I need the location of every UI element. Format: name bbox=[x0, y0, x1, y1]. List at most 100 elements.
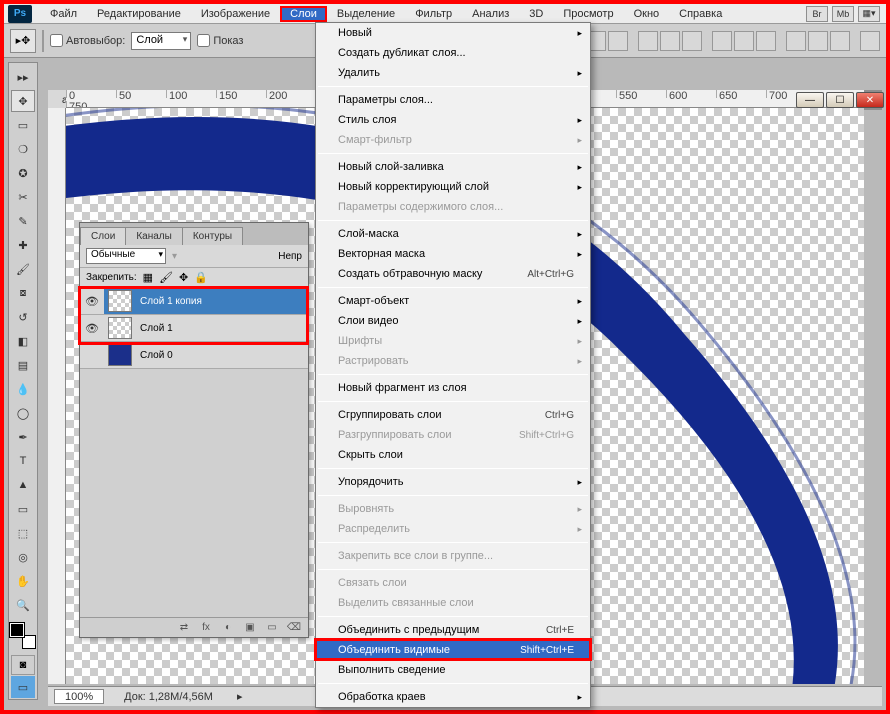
eyedropper-tool[interactable]: ✎ bbox=[11, 210, 35, 232]
layer-row[interactable]: 👁 Слой 1 копия bbox=[80, 288, 308, 315]
path-select-tool[interactable]: ▲ bbox=[11, 474, 35, 496]
minimize-button[interactable]: — bbox=[796, 92, 824, 108]
menu-item[interactable]: Векторная маска▸ bbox=[316, 244, 590, 264]
menu-изображение[interactable]: Изображение bbox=[191, 6, 280, 22]
dodge-tool[interactable]: ◯ bbox=[11, 402, 35, 424]
layer-name[interactable]: Слой 0 bbox=[136, 350, 173, 361]
panel-footer-icon[interactable]: fx bbox=[198, 621, 214, 635]
menu-справка[interactable]: Справка bbox=[669, 6, 732, 22]
menu-item[interactable]: Создать дубликат слоя... bbox=[316, 43, 590, 63]
lock-position-icon[interactable]: ✥ bbox=[179, 271, 188, 284]
menu-анализ[interactable]: Анализ bbox=[462, 6, 519, 22]
eraser-tool[interactable]: ◧ bbox=[11, 330, 35, 352]
background-color-swatch[interactable] bbox=[22, 635, 36, 649]
menubar-launcher[interactable]: Mb bbox=[832, 6, 854, 22]
hand-tool[interactable]: ✋ bbox=[11, 570, 35, 592]
menu-редактирование[interactable]: Редактирование bbox=[87, 6, 191, 22]
screen-mode-toggle[interactable]: ▭ bbox=[11, 676, 35, 698]
panel-tab-Каналы[interactable]: Каналы bbox=[125, 227, 183, 245]
layer-thumbnail[interactable] bbox=[108, 290, 132, 312]
menu-просмотр[interactable]: Просмотр bbox=[553, 6, 623, 22]
menu-item[interactable]: Стиль слоя▸ bbox=[316, 110, 590, 130]
blur-tool[interactable]: 💧 bbox=[11, 378, 35, 400]
statusbar-arrow-icon[interactable]: ▸ bbox=[237, 690, 243, 703]
show-controls-checkbox[interactable]: Показ bbox=[197, 34, 243, 47]
panel-footer-icon[interactable]: ▭ bbox=[264, 621, 280, 635]
menu-слои[interactable]: Слои bbox=[280, 6, 327, 22]
autoselect-target-select[interactable]: Слой bbox=[131, 32, 191, 50]
type-tool[interactable]: T bbox=[11, 450, 35, 472]
3d-camera-tool[interactable]: ◎ bbox=[11, 546, 35, 568]
align-icon[interactable] bbox=[660, 31, 680, 51]
autoselect-checkbox[interactable]: Автовыбор: bbox=[50, 34, 125, 47]
distribute-icon[interactable] bbox=[786, 31, 806, 51]
layer-thumbnail[interactable] bbox=[108, 317, 132, 339]
align-icon[interactable] bbox=[608, 31, 628, 51]
menubar-launcher[interactable]: Br bbox=[806, 6, 828, 22]
menu-item[interactable]: Сгруппировать слоиCtrl+G bbox=[316, 405, 590, 425]
menu-item[interactable]: Объединить с предыдущимCtrl+E bbox=[316, 620, 590, 640]
panel-footer-icon[interactable]: ◐ bbox=[220, 621, 236, 635]
move-tool[interactable]: ✥ bbox=[11, 90, 35, 112]
panel-footer-icon[interactable]: ▣ bbox=[242, 621, 258, 635]
layer-name[interactable]: Слой 1 копия bbox=[136, 296, 202, 307]
distribute-icon[interactable] bbox=[860, 31, 880, 51]
menu-item[interactable]: Выполнить сведение bbox=[316, 660, 590, 680]
align-icon[interactable] bbox=[638, 31, 658, 51]
lock-all-icon[interactable]: 🔒 bbox=[194, 271, 208, 284]
menu-item[interactable]: Скрыть слои bbox=[316, 445, 590, 465]
color-swatches[interactable] bbox=[10, 623, 36, 649]
menu-item[interactable]: Обработка краев▸ bbox=[316, 687, 590, 707]
quick-mask-toggle[interactable]: ◙ bbox=[11, 655, 35, 675]
quick-select-tool[interactable]: ✪ bbox=[11, 162, 35, 184]
menu-3d[interactable]: 3D bbox=[519, 6, 553, 22]
panel-footer-icon[interactable]: ⇄ bbox=[176, 621, 192, 635]
panel-tab-Контуры[interactable]: Контуры bbox=[182, 227, 243, 245]
panel-tab-Слои[interactable]: Слои bbox=[80, 227, 126, 245]
zoom-tool[interactable]: 🔍 bbox=[11, 594, 35, 616]
align-icon[interactable] bbox=[682, 31, 702, 51]
menu-item[interactable]: Объединить видимыеShift+Ctrl+E bbox=[316, 640, 590, 660]
distribute-icon[interactable] bbox=[756, 31, 776, 51]
shape-tool[interactable]: ▭ bbox=[11, 498, 35, 520]
history-brush-tool[interactable]: ↺ bbox=[11, 306, 35, 328]
move-tool-icon[interactable]: ▸✥ bbox=[10, 29, 36, 53]
expand-toolbox-icon[interactable]: ▸▸ bbox=[11, 66, 35, 88]
panel-footer-icon[interactable]: ⌫ bbox=[286, 621, 302, 635]
crop-tool[interactable]: ✂ bbox=[11, 186, 35, 208]
distribute-icon[interactable] bbox=[734, 31, 754, 51]
menu-item[interactable]: Слой-маска▸ bbox=[316, 224, 590, 244]
lasso-tool[interactable]: ❍ bbox=[11, 138, 35, 160]
lock-paint-icon[interactable]: 🖌 bbox=[159, 271, 173, 284]
visibility-toggle-icon[interactable]: 👁 bbox=[80, 322, 104, 335]
menu-item[interactable]: Слои видео▸ bbox=[316, 311, 590, 331]
foreground-color-swatch[interactable] bbox=[10, 623, 24, 637]
menu-item[interactable]: Новый фрагмент из слоя bbox=[316, 378, 590, 398]
lock-transparency-icon[interactable]: ▦ bbox=[143, 271, 153, 284]
distribute-icon[interactable] bbox=[712, 31, 732, 51]
menubar-launcher[interactable]: ▦▾ bbox=[858, 6, 880, 22]
zoom-level[interactable]: 100% bbox=[54, 689, 104, 704]
visibility-toggle-icon[interactable]: 👁 bbox=[80, 288, 104, 314]
menu-item[interactable]: Параметры слоя... bbox=[316, 90, 590, 110]
maximize-button[interactable]: ☐ bbox=[826, 92, 854, 108]
layer-row[interactable]: Слой 0 bbox=[80, 342, 308, 369]
gradient-tool[interactable]: ▤ bbox=[11, 354, 35, 376]
menu-item[interactable]: Упорядочить▸ bbox=[316, 472, 590, 492]
3d-tool[interactable]: ⬚ bbox=[11, 522, 35, 544]
layer-thumbnail[interactable] bbox=[108, 344, 132, 366]
menu-item[interactable]: Новый корректирующий слой▸ bbox=[316, 177, 590, 197]
menu-item[interactable]: Удалить▸ bbox=[316, 63, 590, 83]
pen-tool[interactable]: ✒ bbox=[11, 426, 35, 448]
layer-row[interactable]: 👁 Слой 1 bbox=[80, 315, 308, 342]
distribute-icon[interactable] bbox=[808, 31, 828, 51]
menu-item[interactable]: Новый▸ bbox=[316, 23, 590, 43]
layer-name[interactable]: Слой 1 bbox=[136, 323, 173, 334]
menu-item[interactable]: Смарт-объект▸ bbox=[316, 291, 590, 311]
menu-фильтр[interactable]: Фильтр bbox=[405, 6, 462, 22]
stamp-tool[interactable]: ⧇ bbox=[11, 282, 35, 304]
brush-tool[interactable]: 🖌 bbox=[11, 258, 35, 280]
menu-item[interactable]: Новый слой-заливка▸ bbox=[316, 157, 590, 177]
blend-mode-select[interactable]: Обычные bbox=[86, 248, 166, 264]
close-button[interactable]: ✕ bbox=[856, 92, 884, 108]
